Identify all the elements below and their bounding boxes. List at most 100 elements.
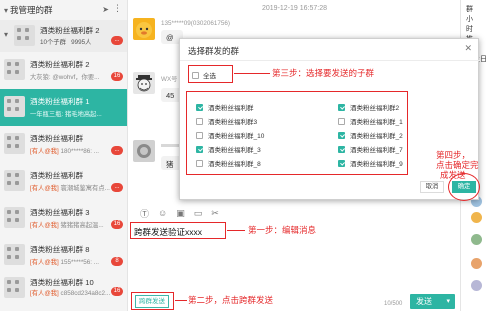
annotation-step2: 第二步，点击跨群发送 <box>188 295 274 305</box>
group-option-label: 酒类粉丝福利群_8 <box>208 161 261 168</box>
group-option[interactable]: 酒类粉丝福利群_10 <box>196 130 264 140</box>
unread-badge: 16 <box>111 72 123 81</box>
group-last-message: [有人@我] c858cd234a8c2... <box>30 290 111 297</box>
folder-icon[interactable]: ▭ <box>194 208 203 219</box>
annotation-arrow <box>227 230 245 231</box>
sender-name: WX号 <box>161 76 178 83</box>
group-option[interactable]: 酒类粉丝福利群3 <box>196 116 257 126</box>
group-last-message: [有人@我] 猪猪猪高起温... <box>30 222 104 229</box>
group-option[interactable]: 酒类粉丝福利群 <box>196 102 254 112</box>
group-avatar <box>4 207 25 228</box>
group-option-label: 酒类粉丝福利群_3 <box>208 147 261 154</box>
info-text: 小 <box>466 16 473 23</box>
sender-name: 135*****09(0302061756) <box>161 20 230 27</box>
emoji-icon[interactable]: ☺ <box>158 208 167 218</box>
group-option-label: 酒类粉丝福利群_2 <box>350 133 403 140</box>
group-item-active[interactable]: 酒类粉丝福利群 1 一年瓶三瓶: 猪毛地高起... <box>0 89 127 126</box>
group-item[interactable]: 酒类粉丝福利群 [有人@我] 180*****86: ... ... <box>0 126 127 163</box>
more-icon[interactable]: ⋮ <box>113 3 122 14</box>
checkbox-checked-icon[interactable] <box>338 159 345 167</box>
image-icon[interactable]: ▣ <box>176 208 185 219</box>
info-text: 时 <box>466 26 473 33</box>
group-option-label: 酒类粉丝福利群3 <box>208 119 258 126</box>
group-avatar <box>4 244 25 265</box>
sidebar-title: 我管理的群 <box>10 5 53 15</box>
group-option[interactable]: 酒类粉丝福利群_8 <box>196 158 261 168</box>
group-item-parent[interactable]: ▾ 酒类粉丝福利群 2 10个子群 9995人 ... <box>0 20 127 52</box>
group-item[interactable]: 酒类粉丝福利群 8 [有人@我] 155*****56: ... 8 <box>0 237 127 274</box>
group-avatar <box>14 25 35 46</box>
checkbox-icon[interactable] <box>338 117 345 125</box>
checkbox-icon[interactable] <box>196 159 203 167</box>
select-all-checkbox[interactable]: 全选 <box>192 70 216 80</box>
group-option-label: 酒类粉丝福利群_7 <box>350 147 403 154</box>
send-icon[interactable]: ➤ <box>102 5 109 14</box>
sender-avatar[interactable] <box>133 18 155 40</box>
checkbox-icon[interactable] <box>192 71 199 79</box>
member-avatar[interactable] <box>471 280 482 291</box>
annotation-step1: 第一步：编辑消息 <box>248 225 317 235</box>
group-option-label: 酒类粉丝福利群_1 <box>350 119 403 126</box>
cancel-button[interactable]: 取消 <box>420 181 444 193</box>
group-option-label: 酒类粉丝福利群_9 <box>350 161 403 168</box>
annotation-arrow <box>175 300 187 301</box>
chevron-down-icon[interactable]: ▾ <box>4 30 8 39</box>
group-option[interactable]: 酒类粉丝福利群_3 <box>196 144 261 154</box>
member-avatar[interactable] <box>471 258 482 269</box>
group-item[interactable]: 酒类粉丝福利群 [有人@我] 寰潮城鉴寓有点... ... <box>0 163 127 200</box>
char-counter: 10/500 <box>384 301 403 307</box>
checkbox-icon[interactable] <box>196 117 203 125</box>
unread-badge: ... <box>111 146 123 155</box>
checkbox-checked-icon[interactable] <box>338 145 345 153</box>
unread-badge: ... <box>111 36 123 45</box>
group-sidebar: ▾ 我管理的群 ➤ ⋮ ▾ 酒类粉丝福利群 2 10个子群 9995人 ... … <box>0 0 128 311</box>
checkbox-checked-icon[interactable] <box>338 131 345 139</box>
select-group-dialog: 选择群发的群 ✕ 全选 酒类粉丝福利群 酒类粉丝福利群2 酒类粉丝福利群3 酒类… <box>179 38 480 201</box>
chevron-down-icon[interactable]: ▾ <box>4 6 8 15</box>
group-item[interactable]: 酒类粉丝福利群 10 [有人@我] c858cd234a8c2... 16 <box>0 274 127 298</box>
group-name: 酒类粉丝福利群 1 <box>30 97 90 106</box>
cross-group-send-button[interactable]: 跨群发送 <box>135 295 169 308</box>
message-timestamp: 2019-12-19 16:57:28 <box>262 5 327 12</box>
sender-avatar[interactable] <box>133 72 155 94</box>
chevron-down-icon[interactable]: ▾ <box>446 294 450 309</box>
scissors-icon[interactable]: ✂ <box>211 208 219 219</box>
group-name: 酒类粉丝福利群 2 <box>30 60 90 69</box>
group-sub: 10个子群 9995人 <box>40 39 92 46</box>
group-item[interactable]: 酒类粉丝福利群 3 [有人@我] 猪猪猪高起温... 16 <box>0 200 127 237</box>
unread-badge: 8 <box>111 257 123 266</box>
group-name: 酒类粉丝福利群 <box>30 171 84 180</box>
unread-badge: 16 <box>111 287 123 296</box>
group-name: 酒类粉丝福利群 3 <box>30 208 90 217</box>
group-avatar <box>4 170 25 191</box>
dialog-title: 选择群发的群 <box>188 46 240 56</box>
sender-name-placeholder <box>161 144 181 147</box>
message-input[interactable]: 跨群发送验证xxxx <box>130 222 226 239</box>
group-name: 酒类粉丝福利群 10 <box>30 278 94 287</box>
member-avatar[interactable] <box>471 212 482 223</box>
info-text: 群 <box>466 6 473 13</box>
send-button[interactable]: 发送 ▾ <box>410 294 455 309</box>
close-icon[interactable]: ✕ <box>464 43 472 54</box>
unread-badge: ... <box>111 183 123 192</box>
group-option[interactable]: 酒类粉丝福利群_1 <box>338 116 403 126</box>
unread-badge: 16 <box>111 220 123 229</box>
checkbox-icon[interactable] <box>196 131 203 139</box>
group-last-message: [有人@我] 180*****86: ... <box>30 148 100 155</box>
checkbox-checked-icon[interactable] <box>338 103 345 111</box>
group-avatar <box>4 277 25 298</box>
group-option[interactable]: 酒类粉丝福利群_2 <box>338 130 403 140</box>
checkbox-checked-icon[interactable] <box>196 103 203 111</box>
group-option[interactable]: 酒类粉丝福利群_7 <box>338 144 403 154</box>
checkbox-checked-icon[interactable] <box>196 145 203 153</box>
sender-avatar[interactable] <box>133 140 155 162</box>
text-format-icon[interactable]: Ⓣ <box>140 207 149 220</box>
confirm-button[interactable]: 确定 <box>452 181 476 193</box>
group-item[interactable]: 酒类粉丝福利群 2 大灰狼: @wohvf，你要... 16 <box>0 52 127 89</box>
group-option[interactable]: 酒类粉丝福利群_9 <box>338 158 403 168</box>
group-avatar <box>4 96 25 117</box>
group-option[interactable]: 酒类粉丝福利群2 <box>338 102 399 112</box>
group-name: 酒类粉丝福利群 <box>30 134 84 143</box>
member-avatar[interactable] <box>471 234 482 245</box>
group-option-label: 酒类粉丝福利群 <box>208 105 254 112</box>
